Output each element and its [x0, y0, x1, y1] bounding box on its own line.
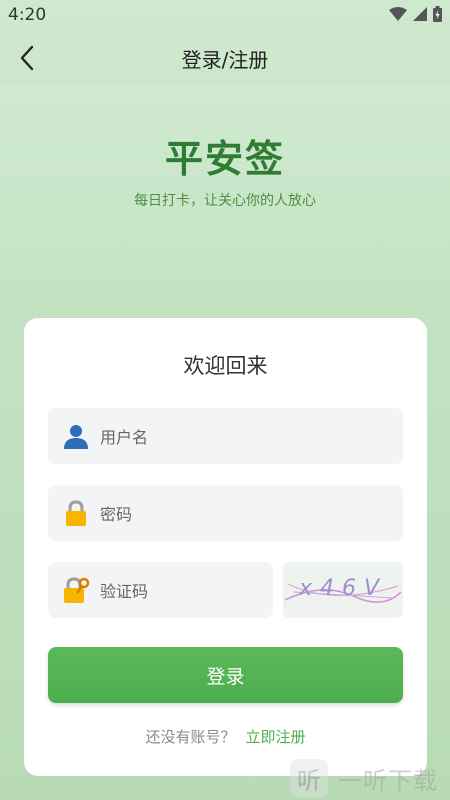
- register-link[interactable]: 立即注册: [246, 728, 306, 746]
- signal-icon: [413, 7, 427, 21]
- wifi-icon: [389, 7, 407, 21]
- status-time: 4:20: [8, 5, 47, 25]
- status-icons: [389, 6, 442, 22]
- watermark-logo: 听: [290, 759, 328, 797]
- password-placeholder: 密码: [100, 505, 133, 524]
- watermark: 听 一听下载: [290, 756, 450, 800]
- captcha-image[interactable]: x46V: [283, 562, 403, 618]
- status-bar: 4:20: [0, 0, 450, 32]
- app-name: 平安签: [164, 137, 285, 181]
- no-account-text: 还没有账号？: [145, 728, 236, 746]
- watermark-text: 一听下载: [338, 766, 438, 795]
- captcha-placeholder: 验证码: [100, 582, 149, 601]
- login-card: 欢迎回来 用户名 密码 验证码 x46V 登录 还没有账号？ 立即注册: [24, 318, 427, 776]
- register-row: 还没有账号？ 立即注册: [24, 726, 427, 747]
- app-slogan: 每日打卡，让关心你的人放心: [134, 193, 316, 209]
- battery-icon: [433, 6, 442, 22]
- hero-banner: 平安签 每日打卡，让关心你的人放心: [0, 84, 450, 314]
- user-icon: [64, 425, 88, 449]
- nav-bar: 登录/注册: [0, 32, 450, 84]
- welcome-heading: 欢迎回来: [183, 354, 268, 378]
- username-placeholder: 用户名: [100, 428, 149, 447]
- lock-icon: [66, 500, 86, 526]
- captcha-text: x46V: [298, 576, 388, 601]
- login-button[interactable]: 登录: [48, 647, 403, 703]
- password-field[interactable]: 密码: [48, 485, 403, 541]
- page-title: 登录/注册: [181, 48, 269, 72]
- lock-key-icon: [64, 577, 90, 603]
- captcha-field[interactable]: 验证码: [48, 562, 273, 618]
- username-field[interactable]: 用户名: [48, 408, 403, 464]
